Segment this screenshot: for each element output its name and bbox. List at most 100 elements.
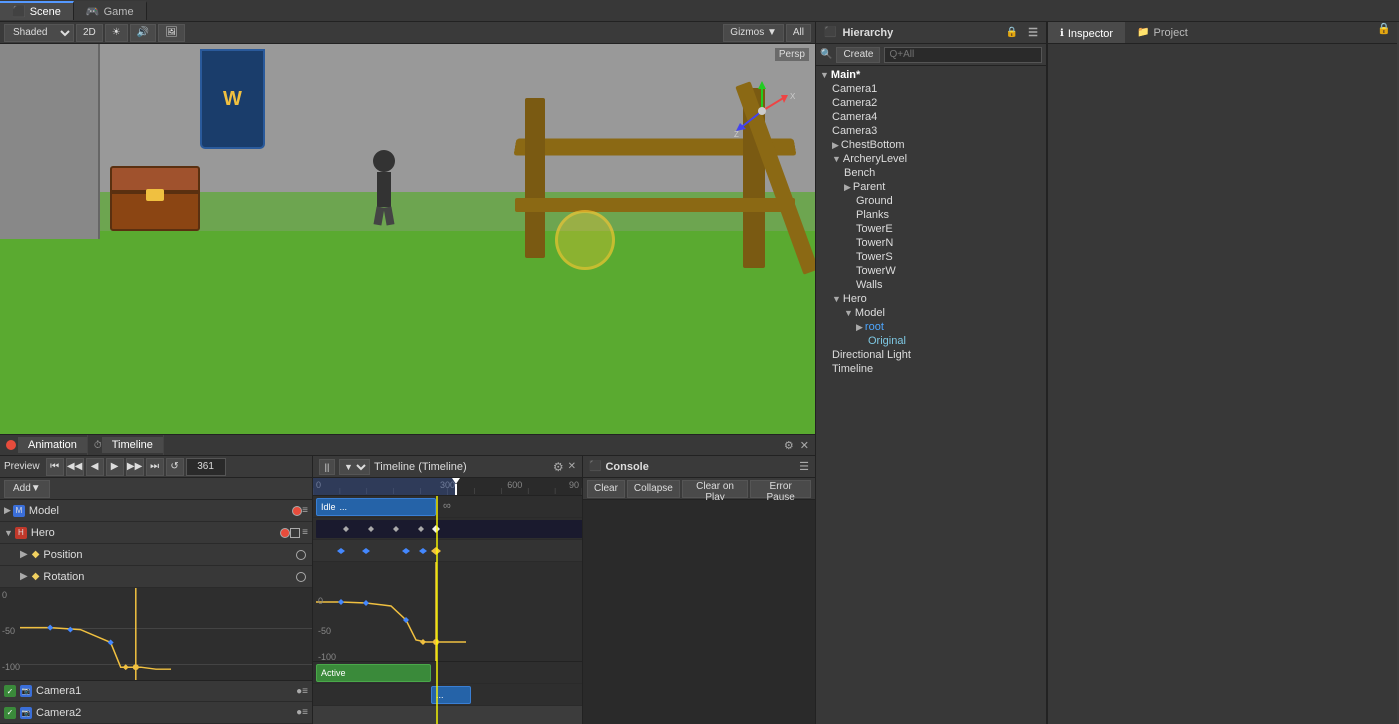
track-record-model[interactable] bbox=[292, 506, 302, 516]
2d-button[interactable]: 2D bbox=[76, 24, 103, 42]
hier-item-camera2[interactable]: Camera2 bbox=[816, 96, 1046, 110]
hier-item-planks[interactable]: Planks bbox=[816, 208, 1046, 222]
skip-end-button[interactable]: ⏭ bbox=[146, 458, 164, 476]
sun-button[interactable]: ☀ bbox=[105, 24, 128, 42]
hier-label-towere: TowerE bbox=[856, 223, 893, 235]
hier-item-root[interactable]: ▶ root bbox=[816, 320, 1046, 334]
parent-arrow[interactable]: ▶ bbox=[844, 182, 851, 193]
hierarchy-search-input[interactable] bbox=[884, 47, 1042, 63]
camera2-clip[interactable]: ... bbox=[431, 686, 471, 704]
prev-step-button[interactable]: ◀ bbox=[86, 458, 104, 476]
hier-item-timeline[interactable]: Timeline bbox=[816, 362, 1046, 376]
scene-tab[interactable]: ⬛ Scene bbox=[0, 1, 74, 20]
hier-item-archerylevel[interactable]: ▼ ArcheryLevel bbox=[816, 152, 1046, 166]
svg-text:Z: Z bbox=[734, 130, 739, 139]
project-tab[interactable]: 📁 Project bbox=[1125, 22, 1200, 43]
track-row-hero[interactable]: ▼ H Hero ≡ bbox=[0, 522, 312, 544]
hier-item-camera4[interactable]: Camera4 bbox=[816, 110, 1046, 124]
console-menu[interactable]: ☰ bbox=[799, 460, 809, 473]
track-menu-hero[interactable]: ≡ bbox=[302, 527, 308, 538]
hier-item-parent[interactable]: ▶ Parent bbox=[816, 180, 1046, 194]
idle-clip-dots: ... bbox=[340, 502, 348, 512]
hier-item-towers[interactable]: TowerS bbox=[816, 250, 1046, 264]
hier-item-chestbottom[interactable]: ▶ ChestBottom bbox=[816, 138, 1046, 152]
play-button[interactable]: ▶ bbox=[106, 458, 124, 476]
scene-viewport[interactable]: W bbox=[0, 44, 815, 434]
root-arrow[interactable]: ▶ bbox=[856, 322, 863, 333]
right-tab-bar: ℹ Inspector 📁 Project 🔒 bbox=[1048, 22, 1397, 44]
clear-button[interactable]: Clear bbox=[587, 480, 625, 498]
camera2-checkbox[interactable]: ✓ bbox=[4, 707, 16, 719]
inspector-lock-btn[interactable]: 🔒 bbox=[1377, 22, 1391, 43]
hier-item-ground[interactable]: Ground bbox=[816, 194, 1046, 208]
animation-tab[interactable]: Animation bbox=[18, 437, 87, 453]
clear-on-play-button[interactable]: Clear on Play bbox=[682, 480, 749, 498]
collapse-button[interactable]: Collapse bbox=[627, 480, 680, 498]
display-button[interactable]: 🖼 bbox=[158, 24, 185, 42]
hier-item-original[interactable]: Original bbox=[816, 334, 1046, 348]
track-row-position[interactable]: ▶ ◆ Position bbox=[0, 544, 312, 566]
prev-frame-button[interactable]: ◀◀ bbox=[66, 458, 84, 476]
all-button[interactable]: All bbox=[786, 24, 811, 42]
hier-item-bench[interactable]: Bench bbox=[816, 166, 1046, 180]
hierarchy-menu[interactable]: ☰ bbox=[1028, 26, 1038, 39]
archerylevel-arrow[interactable]: ▼ bbox=[832, 154, 841, 164]
track-expand-hero[interactable]: ▼ bbox=[4, 528, 13, 538]
game-tab[interactable]: 🎮 Game bbox=[74, 1, 147, 20]
skip-start-button[interactable]: ⏮ bbox=[46, 458, 64, 476]
inspector-content bbox=[1048, 44, 1397, 724]
track-row-camera2[interactable]: ✓ 📷 Camera2 ● ≡ bbox=[0, 702, 312, 724]
bottom-panel-close[interactable]: ✕ bbox=[800, 439, 809, 452]
project-icon: 📁 bbox=[1137, 27, 1149, 38]
track-row-rotation[interactable]: ▶ ◆ Rotation bbox=[0, 566, 312, 588]
timeline-title: Timeline (Timeline) bbox=[374, 461, 549, 473]
idle-clip[interactable]: Idle ... bbox=[316, 498, 436, 516]
hier-item-towern[interactable]: TowerN bbox=[816, 236, 1046, 250]
track-row-model[interactable]: ▶ M Model ≡ bbox=[0, 500, 312, 522]
create-button[interactable]: Create bbox=[836, 47, 880, 63]
hier-item-towere[interactable]: TowerE bbox=[816, 222, 1046, 236]
hier-item-main[interactable]: ▼ Main* bbox=[816, 68, 1046, 82]
track-expand-model[interactable]: ▶ bbox=[4, 505, 11, 516]
timeline-settings-btn[interactable]: ⚙ bbox=[553, 460, 564, 474]
loop-button[interactable]: ↺ bbox=[166, 458, 184, 476]
inspector-tab[interactable]: ℹ Inspector bbox=[1048, 22, 1125, 43]
svg-text:X: X bbox=[790, 92, 795, 101]
model-arrow[interactable]: ▼ bbox=[844, 308, 853, 318]
hier-item-camera1[interactable]: Camera1 bbox=[816, 82, 1046, 96]
camera2-menu[interactable]: ≡ bbox=[302, 707, 308, 718]
svg-text:-100: -100 bbox=[318, 652, 336, 662]
active-clip[interactable]: Active bbox=[316, 664, 431, 682]
hier-label-walls: Walls bbox=[856, 279, 882, 291]
main-arrow[interactable]: ▼ bbox=[820, 70, 829, 80]
chestbottom-arrow[interactable]: ▶ bbox=[832, 140, 839, 151]
add-button[interactable]: Add▼ bbox=[4, 480, 50, 498]
hier-item-towerw[interactable]: TowerW bbox=[816, 264, 1046, 278]
frame-input[interactable] bbox=[186, 458, 226, 476]
hier-item-directional-light[interactable]: Directional Light bbox=[816, 348, 1046, 362]
hier-label-parent: Parent bbox=[853, 181, 885, 193]
gizmos-button[interactable]: Gizmos ▼ bbox=[723, 24, 784, 42]
timeline-close-btn[interactable]: ✕ bbox=[568, 461, 576, 472]
timeline-snap-btn[interactable]: || bbox=[319, 459, 335, 475]
error-pause-button[interactable]: Error Pause bbox=[750, 480, 811, 498]
camera1-checkbox[interactable]: ✓ bbox=[4, 685, 16, 697]
shading-dropdown[interactable]: Shaded bbox=[4, 24, 74, 42]
camera1-menu[interactable]: ≡ bbox=[302, 686, 308, 697]
timeline-track-select[interactable]: ▼ bbox=[339, 459, 370, 475]
track-menu-model[interactable]: ≡ bbox=[302, 505, 308, 516]
playhead-marker[interactable] bbox=[452, 478, 460, 496]
hier-item-camera3[interactable]: Camera3 bbox=[816, 124, 1046, 138]
track-record-hero[interactable] bbox=[280, 528, 290, 538]
hero-arrow[interactable]: ▼ bbox=[832, 294, 841, 304]
timeline-tab[interactable]: Timeline bbox=[102, 437, 163, 453]
bottom-panel-settings[interactable]: ⚙ bbox=[784, 439, 794, 452]
hier-item-walls[interactable]: Walls bbox=[816, 278, 1046, 292]
timeline-track-position bbox=[313, 540, 582, 562]
next-step-button[interactable]: ▶▶ bbox=[126, 458, 144, 476]
hierarchy-lock[interactable]: 🔒 bbox=[1006, 27, 1018, 38]
track-row-camera1[interactable]: ✓ 📷 Camera1 ● ≡ bbox=[0, 680, 312, 702]
hier-item-model[interactable]: ▼ Model bbox=[816, 306, 1046, 320]
hier-item-hero[interactable]: ▼ Hero bbox=[816, 292, 1046, 306]
audio-button[interactable]: 🔊 bbox=[130, 24, 156, 42]
